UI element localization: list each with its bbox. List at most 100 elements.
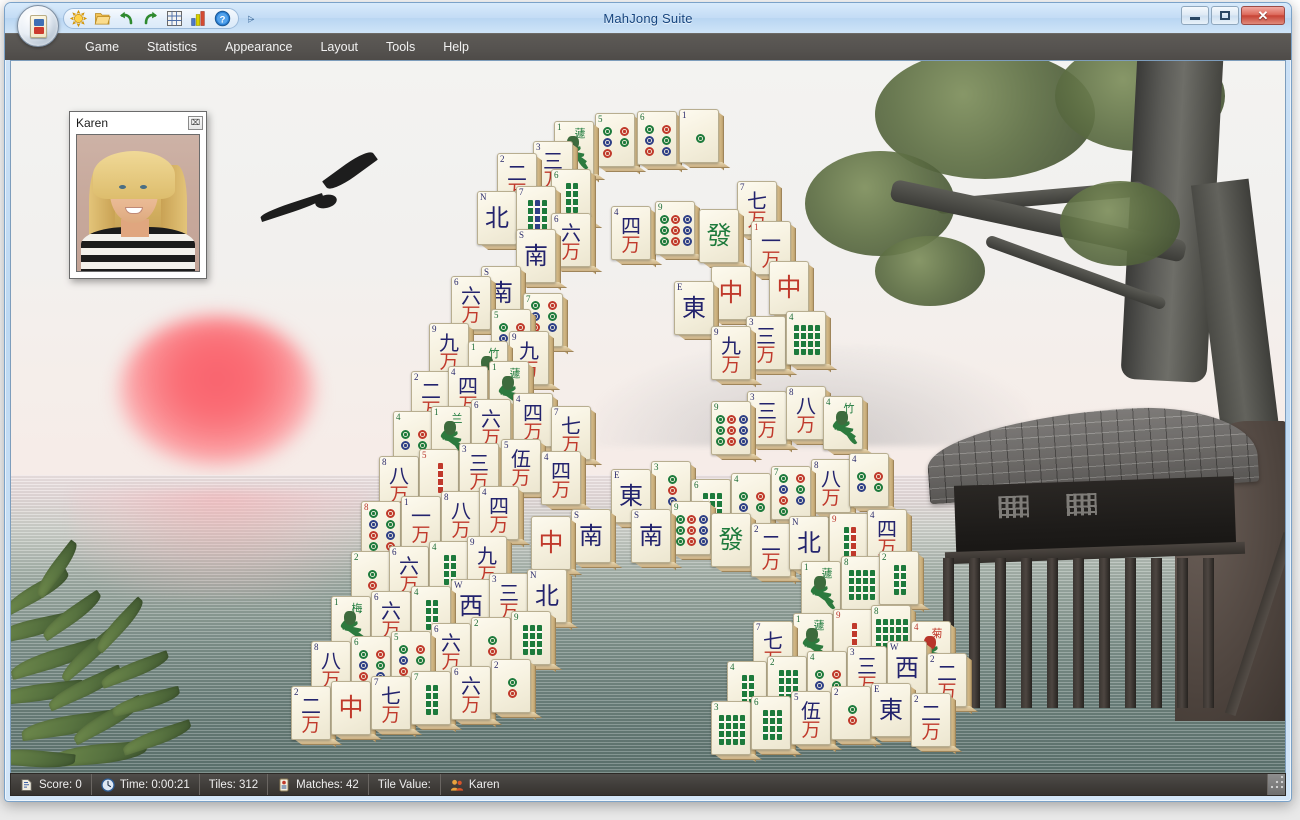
tile-dot (660, 236, 670, 246)
tile-face: 9九万 (711, 326, 751, 380)
tile-dot (376, 649, 385, 659)
mahjong-tile[interactable]: S南 (571, 509, 623, 571)
mahjong-tile[interactable]: 4四万 (541, 451, 593, 513)
menu-item-tools[interactable]: Tools (372, 36, 429, 58)
tile-wind-glyph: 東 (682, 294, 706, 322)
mahjong-tile[interactable]: 中 (331, 681, 383, 743)
tile-dots (684, 118, 716, 158)
tile-dots (366, 509, 398, 551)
tile-suit-glyph: 万 (381, 704, 401, 726)
mahjong-tile[interactable]: 6 (751, 696, 803, 758)
tile-dot (369, 509, 378, 518)
mahjong-tile[interactable]: 4四万 (611, 206, 663, 268)
tile-wind-glyph: 東 (619, 482, 643, 510)
mahjong-tile[interactable]: 7 (411, 671, 463, 733)
mahjong-tile[interactable]: 發 (711, 513, 763, 575)
mahjong-tile[interactable]: 4竹 (823, 396, 875, 458)
help-icon[interactable]: ? (214, 10, 231, 27)
application-menu-orb[interactable] (17, 5, 59, 47)
tile-dot (756, 503, 765, 512)
open-folder-icon[interactable] (94, 10, 111, 27)
mahjong-tile[interactable]: 2 (879, 551, 931, 613)
tile-dot (662, 135, 671, 145)
mahjong-tile[interactable]: 2二万 (291, 686, 343, 748)
tile-face: 4四万 (611, 206, 651, 260)
player-panel-close-button[interactable]: ⌧ (188, 115, 203, 130)
mahjong-tile[interactable]: 發 (699, 209, 751, 271)
resize-grip[interactable] (1267, 774, 1285, 795)
tile-face: N北 (477, 191, 517, 245)
menu-item-statistics[interactable]: Statistics (133, 36, 211, 58)
mahjong-tile[interactable]: 9九万 (711, 326, 763, 388)
tile-bamboo-stick (849, 570, 854, 600)
tile-dots (600, 122, 632, 162)
maximize-button[interactable] (1211, 6, 1239, 25)
mahjong-tile[interactable]: 2 (491, 659, 543, 721)
player-info-panel[interactable]: Karen ⌧ (69, 111, 207, 279)
close-button[interactable]: ✕ (1241, 6, 1285, 25)
menu-item-appearance[interactable]: Appearance (211, 36, 306, 58)
mahjong-tile[interactable]: 7七万 (371, 676, 423, 738)
flower-bloom (806, 628, 818, 642)
mahjong-tile[interactable]: 2二万 (911, 693, 963, 755)
tile-bamboo-stick (437, 463, 443, 493)
minimize-button[interactable] (1181, 6, 1209, 25)
mahjong-tile[interactable]: 9 (711, 401, 763, 463)
mahjong-tile[interactable]: 6 (637, 111, 689, 173)
tile-bamboo-stick (901, 565, 906, 595)
mahjong-tile[interactable]: 2 (831, 686, 883, 748)
tile-bamboo-stick (536, 625, 542, 655)
mahjong-tile[interactable]: 4 (849, 453, 901, 515)
tile-dot (716, 425, 726, 435)
layout-grid-icon[interactable] (166, 10, 183, 27)
tile-face: 7 (411, 671, 451, 725)
new-game-icon[interactable] (70, 10, 87, 27)
tile-dot (359, 660, 368, 670)
mahjong-suite-window: ? ⩥ MahJong Suite ✕ Game Statistics Appe… (4, 2, 1292, 802)
mahjong-tile[interactable]: 9 (671, 501, 723, 563)
tile-dot (386, 531, 395, 540)
toolbar-overflow-icon[interactable]: ⩥ (245, 11, 257, 27)
mahjong-tile[interactable]: 3 (711, 701, 763, 763)
bird-wing (259, 193, 325, 222)
tile-bamboo (791, 318, 823, 362)
menu-item-layout[interactable]: Layout (306, 36, 372, 58)
tile-face: 9 (711, 401, 751, 455)
close-icon: ✕ (1257, 8, 1269, 23)
tile-dot (727, 425, 737, 435)
mahjong-tile[interactable]: 4 (786, 311, 838, 373)
mahjong-tile[interactable]: 中 (531, 516, 583, 578)
mahjong-tile[interactable]: 5伍万 (791, 691, 843, 753)
tile-corner-label: 1 (434, 407, 439, 417)
tile-face: 2二万 (911, 693, 951, 747)
tile-dot (739, 492, 748, 501)
menu-item-game[interactable]: Game (71, 36, 133, 58)
mahjong-tile[interactable]: 1 (679, 109, 731, 171)
tile-corner-label: 1 (557, 122, 562, 132)
tile-dot (857, 472, 866, 481)
tile-dot (603, 148, 612, 158)
undo-icon[interactable] (118, 10, 135, 27)
flower-bloom (814, 576, 826, 590)
mahjong-tile[interactable]: E東 (871, 683, 923, 745)
tile-dots (496, 668, 528, 708)
tile-dragon-glyph: 發 (718, 525, 744, 554)
player-panel-header: Karen ⌧ (70, 112, 206, 133)
tile-dragon-glyph: 發 (706, 221, 732, 250)
tile-dot (716, 436, 726, 446)
tile-face: E東 (674, 281, 714, 335)
mahjong-tile[interactable]: S南 (631, 509, 683, 571)
menu-item-help[interactable]: Help (429, 36, 483, 58)
mahjong-tile[interactable]: 5 (595, 113, 647, 175)
mahjong-tile[interactable]: N北 (477, 191, 529, 253)
mahjong-tile[interactable]: 9 (655, 201, 707, 263)
status-matches: Matches: 42 (268, 774, 369, 795)
player-icon (450, 778, 464, 792)
statistics-chart-icon[interactable] (190, 10, 207, 27)
game-client-area[interactable]: 1蘧5613三万2二万67N北S南6六万4四万9發7七万1一万中E東中6六万S南… (10, 60, 1286, 775)
tile-dot (815, 681, 824, 690)
mahjong-tile[interactable]: 6六万 (451, 666, 503, 728)
stilt-post (1177, 558, 1188, 708)
redo-icon[interactable] (142, 10, 159, 27)
tile-dragon-glyph: 中 (776, 273, 802, 302)
